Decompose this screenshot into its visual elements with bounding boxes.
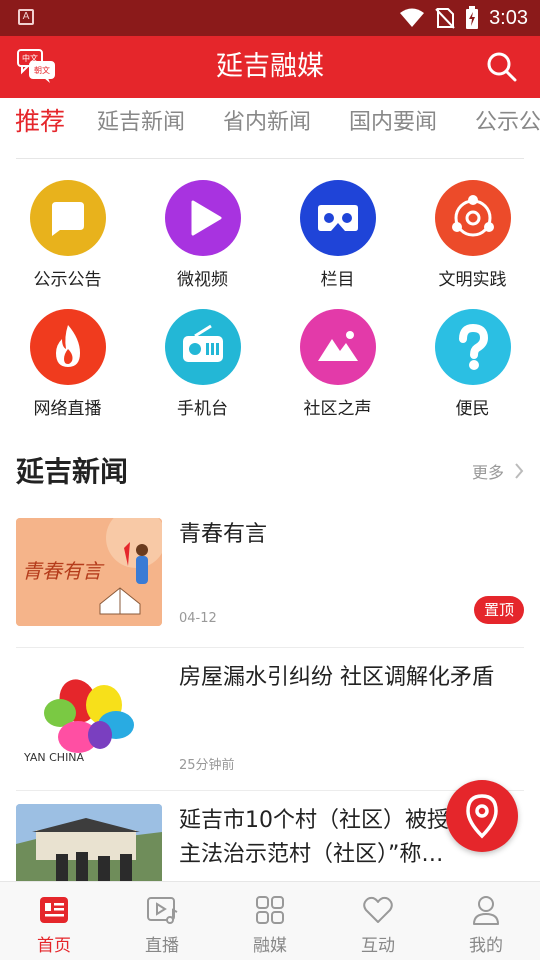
- nav-label: 我的: [469, 936, 503, 956]
- news-thumbnail: 青春有言: [16, 518, 162, 626]
- thumbnail-text: YAN CHINA: [23, 751, 85, 764]
- tab-recommend[interactable]: 推荐: [15, 102, 65, 138]
- news-time: 04-12: [179, 611, 217, 626]
- user-icon: [473, 896, 499, 925]
- grid-item-live-stream[interactable]: 网络直播: [0, 309, 135, 419]
- more-link[interactable]: 更多: [472, 459, 524, 483]
- search-button[interactable]: [486, 51, 518, 83]
- nav-live[interactable]: 直播: [108, 882, 216, 960]
- grid-item-columns[interactable]: 栏目: [270, 180, 405, 290]
- grid-item-label: 公示公告: [33, 270, 102, 290]
- tabs-divider: [16, 158, 524, 159]
- flame-icon: [29, 309, 106, 385]
- nav-home[interactable]: 首页: [0, 882, 108, 960]
- tab-provincial-news[interactable]: 省内新闻: [223, 104, 311, 136]
- play-icon: [164, 180, 241, 256]
- heart-icon: [363, 896, 393, 923]
- news-title: 房屋漏水引纠纷 社区调解化矛盾: [179, 665, 494, 690]
- news-item[interactable]: 青春有言 青春有言 04-12 置顶: [16, 518, 524, 646]
- news-item[interactable]: YAN CHINA 房屋漏水引纠纷 社区调解化矛盾 25分钟前: [16, 661, 524, 789]
- wifi-icon: [400, 8, 425, 27]
- live-video-icon: [147, 897, 178, 924]
- nav-media[interactable]: 融媒: [216, 882, 324, 960]
- news-thumbnail: YAN CHINA: [16, 661, 162, 769]
- search-icon: [487, 52, 517, 82]
- page-title: 延吉融媒: [216, 51, 324, 82]
- bottom-navigation: 首页 直播 融媒 互动 我的: [0, 881, 540, 960]
- news-time: 25分钟前: [179, 758, 235, 773]
- radio-icon: [164, 309, 241, 385]
- share-network-icon: [434, 180, 511, 256]
- location-fab-button[interactable]: [446, 780, 518, 852]
- news-thumbnail: [16, 804, 162, 881]
- nav-mine[interactable]: 我的: [432, 882, 540, 960]
- help-icon: [434, 309, 511, 385]
- grid-item-label: 网络直播: [33, 399, 102, 419]
- map-pin-icon: [466, 794, 498, 839]
- vr-goggles-icon: [299, 180, 376, 256]
- grid-item-announcements[interactable]: 公示公告: [0, 180, 135, 290]
- status-icons: 3:03: [399, 0, 528, 36]
- chevron-right-icon: [515, 463, 524, 479]
- battery-icon: [466, 6, 479, 29]
- clock: 3:03: [489, 6, 528, 29]
- divider: [16, 647, 524, 648]
- grid-item-label: 手机台: [177, 399, 228, 419]
- tab-yanji-news[interactable]: 延吉新闻: [97, 104, 185, 136]
- tab-announcements[interactable]: 公示公: [475, 104, 540, 136]
- more-label: 更多: [471, 463, 504, 482]
- grid-item-community-voice[interactable]: 社区之声: [270, 309, 405, 419]
- category-tabs: 推荐 延吉新闻 省内新闻 国内要闻 公示公: [0, 98, 540, 148]
- grid-item-convenience[interactable]: 便民: [405, 309, 540, 419]
- grid-item-mobile-tv[interactable]: 手机台: [135, 309, 270, 419]
- no-sim-icon: [435, 8, 455, 29]
- status-bar: A 3:03: [0, 0, 540, 36]
- app-notification-icon: A: [18, 9, 34, 25]
- nav-label: 直播: [145, 936, 179, 956]
- grid-item-micro-video[interactable]: 微视频: [135, 180, 270, 290]
- home-news-icon: [40, 897, 68, 923]
- news-title: 青春有言: [179, 522, 268, 547]
- section-title: 延吉新闻: [16, 455, 129, 488]
- grid-item-label: 社区之声: [303, 399, 372, 419]
- pinned-badge: 置顶: [474, 596, 524, 624]
- thumbnail-text: 青春有言: [22, 559, 105, 583]
- grid-item-label: 便民: [455, 399, 490, 419]
- landscape-icon: [299, 309, 376, 385]
- nav-interact[interactable]: 互动: [324, 882, 432, 960]
- grid-item-label: 栏目: [320, 270, 355, 290]
- grid-item-label: 文明实践: [438, 270, 507, 290]
- app-header: 中文 朝文 延吉融媒: [0, 36, 540, 98]
- tab-national-news[interactable]: 国内要闻: [349, 104, 437, 136]
- grid-apps-icon: [256, 896, 284, 924]
- nav-label: 融媒: [253, 936, 287, 956]
- nav-label: 首页: [37, 936, 71, 956]
- grid-item-civilization-practice[interactable]: 文明实践: [405, 180, 540, 290]
- grid-item-label: 微视频: [177, 270, 228, 290]
- nav-label: 互动: [361, 936, 395, 956]
- chat-bubble-icon: [29, 180, 106, 256]
